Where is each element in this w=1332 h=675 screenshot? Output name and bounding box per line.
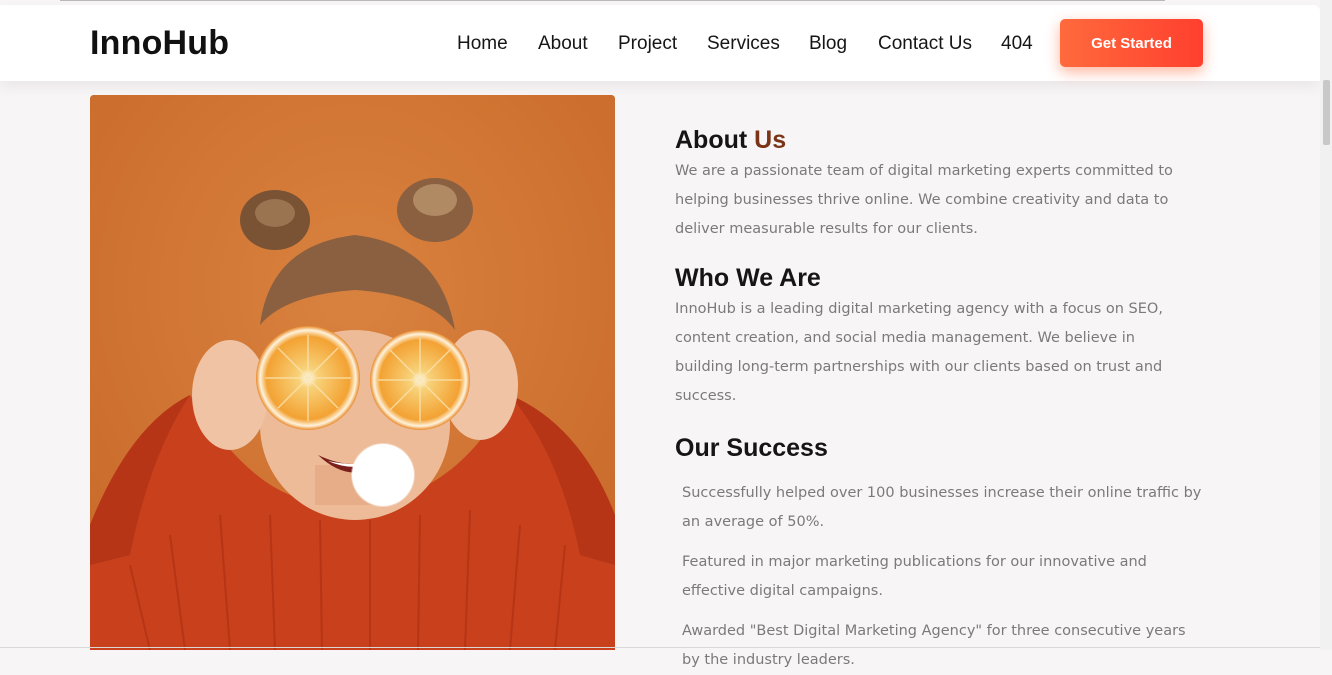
about-content: About Us We are a passionate team of dig…	[675, 120, 1215, 675]
nav-home[interactable]: Home	[457, 33, 508, 55]
get-started-button[interactable]: Get Started	[1060, 19, 1203, 67]
nav-about[interactable]: About	[538, 33, 588, 55]
site-logo[interactable]: InnoHub	[90, 24, 229, 63]
about-title: About Us	[675, 120, 1215, 160]
nav-services[interactable]: Services	[707, 33, 780, 55]
play-video-button[interactable]	[352, 444, 414, 506]
nav-404[interactable]: 404	[1001, 33, 1033, 55]
about-text: We are a passionate team of digital mark…	[675, 163, 1173, 237]
our-success-title: Our Success	[675, 434, 828, 462]
navbar: InnoHub Home About Project Services Blog…	[0, 5, 1320, 81]
nav-contact-us[interactable]: Contact Us	[878, 33, 972, 55]
about-hero-image	[90, 95, 615, 650]
who-we-are-title: Who We Are	[675, 264, 821, 292]
nav-blog[interactable]: Blog	[809, 33, 847, 55]
success-item-1: Successfully helped over 100 businesses …	[682, 485, 1202, 530]
window-bottom-border	[0, 647, 1320, 648]
about-title-accent: Us	[754, 126, 787, 154]
woman-with-oranges-illustration	[90, 95, 615, 650]
success-item-3: Awarded "Best Digital Marketing Agency" …	[682, 623, 1186, 668]
success-item-2: Featured in major marketing publications…	[682, 554, 1147, 599]
window-top-border	[60, 0, 1165, 1]
scrollbar-thumb[interactable]	[1323, 80, 1330, 145]
who-we-are-text: InnoHub is a leading digital marketing a…	[675, 301, 1163, 404]
nav-project[interactable]: Project	[618, 33, 677, 55]
about-title-part1: About	[675, 126, 755, 154]
page-scrollbar[interactable]	[1320, 0, 1332, 650]
